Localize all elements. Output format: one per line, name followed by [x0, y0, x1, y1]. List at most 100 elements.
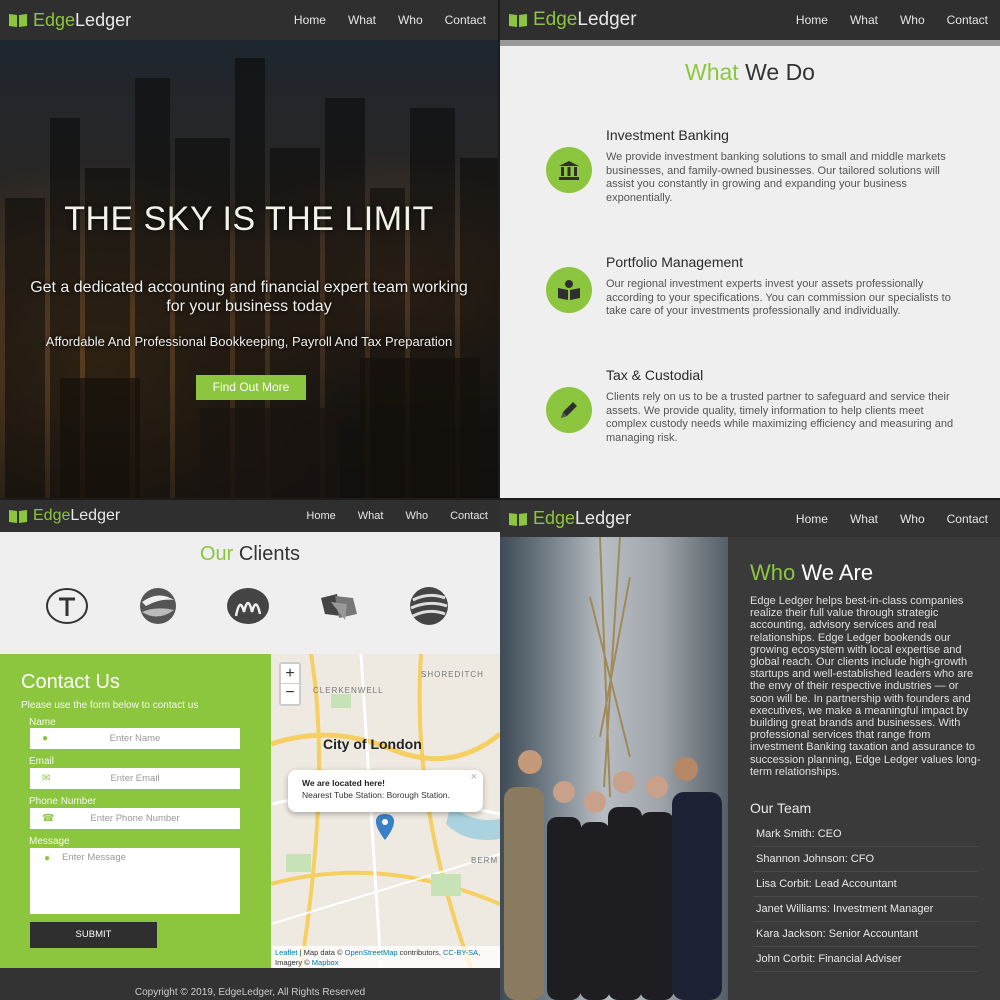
envelope-icon: ✉ — [42, 773, 51, 784]
team-member: Kara Jackson: Senior Accountant — [753, 922, 978, 947]
section-title-rest: We Do — [738, 59, 815, 85]
brand-part1: Edge — [33, 9, 76, 30]
attribution-text: contributors, — [397, 948, 444, 957]
name-field[interactable]: ● Enter Name — [30, 728, 240, 749]
map-area-clerkenwell: CLERKENWELL — [313, 686, 384, 695]
section-title-accent: Our — [199, 543, 234, 565]
map-area-shoreditch: SHOREDITCH — [421, 670, 484, 679]
team-member: Mark Smith: CEO — [753, 822, 978, 847]
phone-placeholder: Enter Phone Number — [90, 813, 180, 824]
navbar: Edge Ledger Home What Who Contact — [0, 0, 498, 40]
nav-menu: Home What Who Contact — [294, 13, 486, 27]
service-title: Portfolio Management — [606, 254, 743, 270]
map-attribution: Leaflet | Map data © OpenStreetMap contr… — [271, 946, 500, 968]
brand-part2: Ledger — [575, 508, 632, 528]
team-photo — [500, 537, 728, 1000]
popup-close-button[interactable]: × — [471, 771, 477, 783]
brand-part1: Edge — [33, 507, 71, 524]
attribution-mapbox-link[interactable]: Mapbox — [312, 958, 339, 967]
nav-what[interactable]: What — [850, 13, 878, 27]
team-people-image — [504, 537, 722, 1000]
attribution-leaflet-link[interactable]: Leaflet — [275, 948, 298, 957]
team-member: John Corbit: Financial Adviser — [753, 947, 978, 972]
who-description: Edge Ledger helps best-in-class companie… — [750, 595, 981, 778]
navbar: Edge Ledger Home What Who Contact — [500, 500, 1000, 537]
team-member: Lisa Corbit: Lead Accountant — [753, 872, 978, 897]
client-logo-shapes — [321, 594, 357, 620]
nav-who[interactable]: Who — [900, 13, 925, 27]
contact-title: Contact Us — [21, 671, 120, 693]
hero-banner: THE SKY IS THE LIMIT Get a dedicated acc… — [0, 40, 498, 498]
nav-contact[interactable]: Contact — [450, 510, 488, 522]
copyright-text: Copyright © 2019, EdgeLedger, All Rights… — [134, 987, 366, 998]
who-title-rest: We Are — [795, 560, 874, 585]
location-map[interactable]: + − CLERKENWELL SHOREDITCH BERM City of … — [271, 654, 500, 968]
nav-menu: Home What Who Contact — [306, 510, 488, 522]
book-logo-icon — [9, 14, 27, 27]
who-we-are-screen: Edge Ledger Home What Who Contact Who We… — [500, 500, 1000, 1000]
attribution-osm-link[interactable]: OpenStreetMap — [345, 948, 398, 957]
pencil-icon — [546, 387, 592, 433]
nav-who[interactable]: Who — [398, 13, 423, 27]
section-title-rest: Clients — [233, 543, 301, 565]
popup-title: We are located here! — [302, 778, 385, 788]
nav-who[interactable]: Who — [900, 512, 925, 526]
client-logo-m — [227, 588, 269, 624]
client-logo-globe — [410, 587, 448, 625]
nav-menu: Home What Who Contact — [796, 13, 988, 27]
map-popup: We are located here! Nearest Tube Statio… — [288, 770, 483, 812]
name-placeholder: Enter Name — [109, 733, 161, 744]
nav-menu: Home What Who Contact — [796, 512, 988, 526]
book-logo-icon — [509, 14, 527, 27]
brand[interactable]: Edge Ledger — [508, 9, 637, 31]
service-title: Tax & Custodial — [606, 367, 704, 383]
nav-home[interactable]: Home — [796, 13, 828, 27]
phone-field[interactable]: ☎ Enter Phone Number — [30, 808, 240, 829]
name-label: Name — [29, 717, 56, 728]
book-logo-icon — [9, 510, 27, 523]
hero-screen: Edge Ledger Home What Who Contact THE SKY… — [0, 0, 498, 498]
phone-icon: ☎ — [42, 813, 55, 824]
zoom-out-button[interactable]: − — [281, 684, 299, 704]
what-we-do-screen: Edge Ledger Home What Who Contact What We… — [500, 0, 1000, 498]
clients-contact-screen: Edge Ledger Home What Who Contact Our Cli… — [0, 500, 500, 1000]
book-icon — [546, 267, 592, 313]
nav-home[interactable]: Home — [796, 512, 828, 526]
message-placeholder: Enter Message — [62, 852, 126, 863]
nav-home[interactable]: Home — [306, 510, 335, 522]
message-field[interactable]: ● Enter Message — [30, 848, 240, 914]
who-title: Who We Are — [750, 560, 985, 586]
nav-contact[interactable]: Contact — [947, 512, 988, 526]
footer: Copyright © 2019, EdgeLedger, All Rights… — [0, 968, 500, 1000]
service-text: Our regional investment experts invest y… — [606, 278, 951, 317]
team-member: Shannon Johnson: CFO — [753, 847, 978, 872]
user-icon: ● — [42, 733, 49, 744]
nav-what[interactable]: What — [348, 13, 376, 27]
find-out-more-button[interactable]: Find Out More — [196, 375, 306, 400]
client-logo-swirl — [140, 588, 176, 624]
nav-contact[interactable]: Contact — [947, 13, 988, 27]
nav-who[interactable]: Who — [405, 510, 428, 522]
brand[interactable]: Edge Ledger — [8, 507, 120, 525]
attribution-text: | Map data © — [297, 948, 345, 957]
nav-contact[interactable]: Contact — [445, 13, 486, 27]
email-placeholder: Enter Email — [110, 773, 160, 784]
nav-home[interactable]: Home — [294, 13, 326, 27]
nav-what[interactable]: What — [850, 512, 878, 526]
email-field[interactable]: ✉ Enter Email — [30, 768, 240, 789]
email-label: Email — [29, 756, 55, 767]
submit-button[interactable]: SUBMIT — [30, 922, 157, 948]
zoom-in-button[interactable]: + — [281, 664, 299, 684]
section-title: Our Clients — [0, 543, 500, 566]
nav-what[interactable]: What — [358, 510, 384, 522]
brand[interactable]: Edge Ledger — [508, 508, 631, 529]
phone-label: Phone Number — [29, 796, 97, 807]
map-area-berm: BERM — [471, 856, 499, 865]
brand[interactable]: Edge Ledger — [8, 10, 131, 31]
attribution-cc-link[interactable]: CC-BY-SA — [443, 948, 478, 957]
who-we-are-section: Who We Are Edge Ledger helps best-in-cla… — [750, 560, 985, 778]
who-title-accent: Who — [750, 560, 796, 585]
brand-part2: Ledger — [70, 507, 121, 524]
contact-form: Contact Us Please use the form below to … — [0, 654, 271, 968]
brand-part1: Edge — [533, 508, 576, 528]
